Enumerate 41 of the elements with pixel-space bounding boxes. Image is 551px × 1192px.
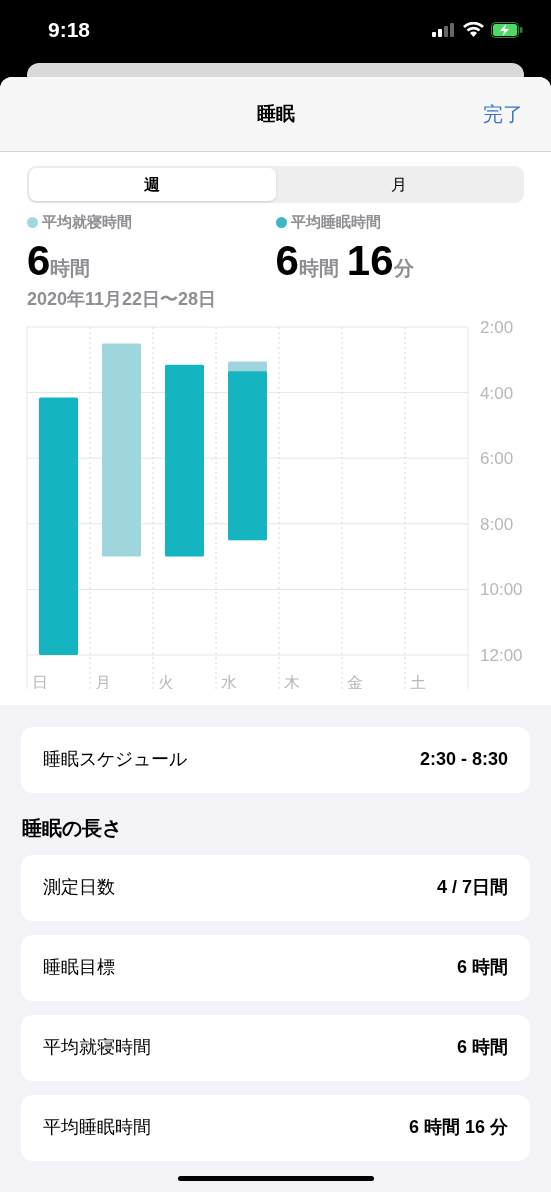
stat-unit: 分 xyxy=(393,256,414,281)
row-value: 4 / 7日間 xyxy=(436,876,508,899)
date-range: 2020年11月22日〜28日 xyxy=(27,288,217,309)
wifi-icon xyxy=(463,22,484,37)
row-label: 測定日数 xyxy=(43,876,115,899)
stat-number: 16 xyxy=(346,235,394,286)
info-card[interactable]: 平均就寝時間 6 時間 xyxy=(21,1014,530,1081)
axis-label: 金 xyxy=(347,673,363,689)
status-time: 9:18 xyxy=(48,16,91,43)
stat-number: 6 xyxy=(275,235,299,286)
stat-label: 平均睡眠時間 xyxy=(290,212,381,232)
row-label: 平均就寝時間 xyxy=(43,1036,151,1059)
sheet-title: 睡眠 xyxy=(256,101,295,126)
axis-label: 4:00 xyxy=(480,383,514,403)
row-label: 平均睡眠時間 xyxy=(43,1116,151,1139)
info-card[interactable]: 睡眠目標 6 時間 xyxy=(21,934,530,1001)
axis-label: 10:00 xyxy=(480,579,523,599)
signal-icon xyxy=(432,22,456,37)
stat-unit: 時間 xyxy=(50,256,91,281)
axis-label: 土 xyxy=(410,673,426,689)
period-tab[interactable]: 週 xyxy=(29,168,276,201)
axis-label: 12:00 xyxy=(480,645,523,665)
row-value: 6 時間 xyxy=(457,1036,508,1059)
info-card[interactable]: 測定日数 4 / 7日間 xyxy=(21,854,530,921)
axis-label: 8:00 xyxy=(480,514,514,534)
info-card[interactable]: 睡眠スケジュール 2:30 - 8:30 xyxy=(21,726,530,793)
period-tab[interactable]: 月 xyxy=(275,168,522,201)
row-label: 睡眠目標 xyxy=(43,956,115,979)
info-card[interactable]: 平均睡眠時間 6 時間 16 分 xyxy=(21,1094,530,1161)
stat-unit: 時間 xyxy=(298,256,339,281)
row-value: 6 時間 16 分 xyxy=(408,1116,508,1139)
row-value: 2:30 - 8:30 xyxy=(419,748,508,771)
row-label: 睡眠スケジュール xyxy=(43,748,187,771)
battery-charging-icon xyxy=(491,21,523,38)
row-value: 6 時間 xyxy=(457,956,508,979)
stat-number: 6 xyxy=(27,235,51,286)
axis-label: 2:00 xyxy=(480,317,514,337)
section-title: 睡眠の長さ xyxy=(22,816,122,839)
stat-label: 平均就寝時間 xyxy=(42,212,132,232)
axis-label: 6:00 xyxy=(480,448,514,468)
done-button[interactable]: 完了 xyxy=(483,99,523,129)
